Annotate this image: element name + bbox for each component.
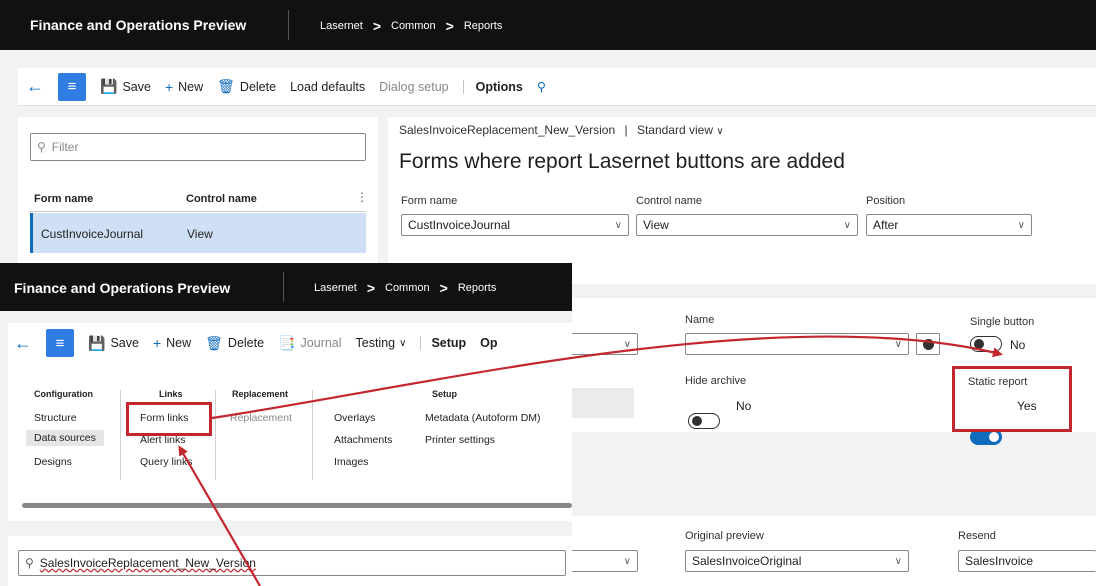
arrow-form-links-to-static-report <box>211 335 1003 420</box>
arrow-search-to-form-links <box>178 445 261 586</box>
annotation-arrows <box>178 335 1003 586</box>
